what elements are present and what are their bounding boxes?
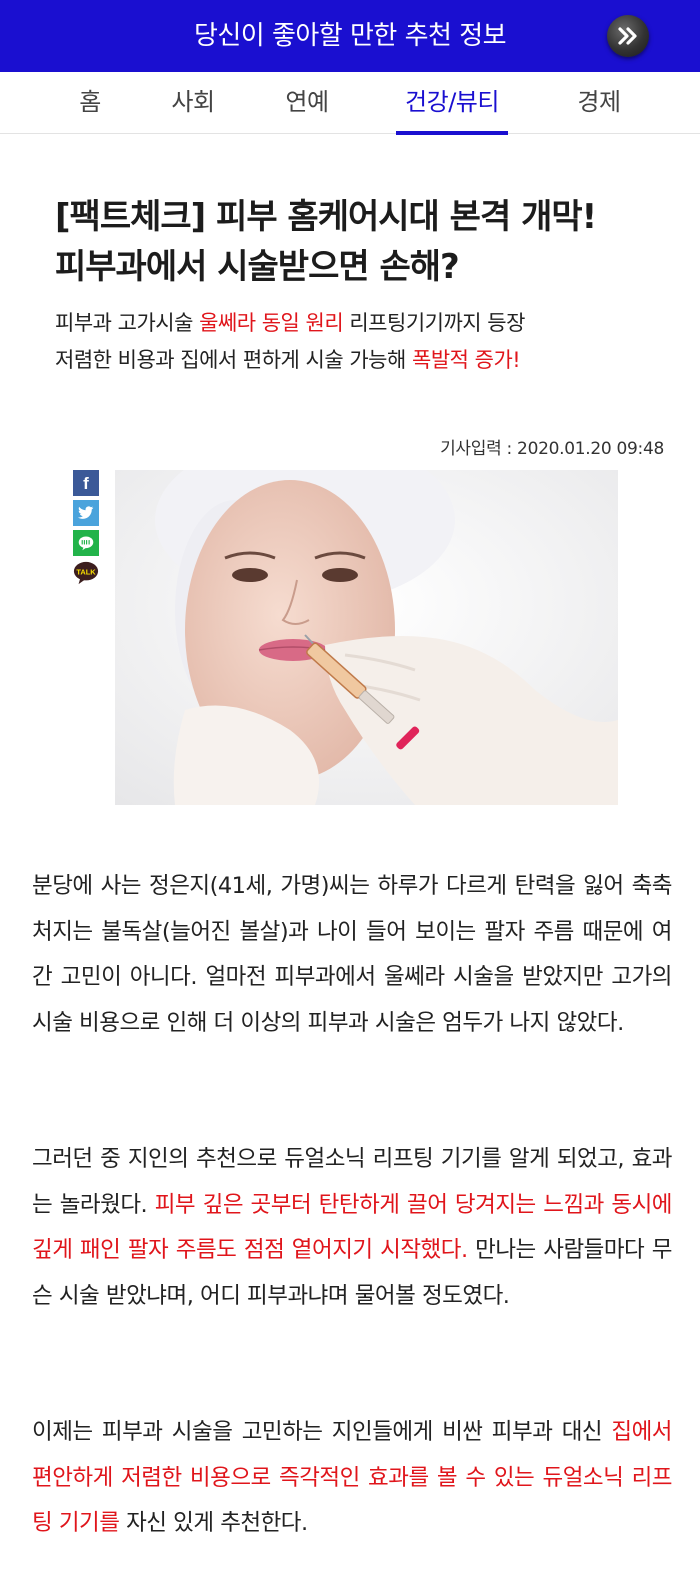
subheadline-line-2: 저렴한 비용과 집에서 편하게 시술 가능해 폭발적 증가! — [55, 342, 675, 379]
double-chevron-right-icon[interactable] — [607, 15, 649, 57]
paragraph-text: 이제는 피부과 시술을 고민하는 지인들에게 비싼 피부과 대신 — [32, 1419, 612, 1445]
subheadline-text: 리프팅기기까지 등장 — [343, 311, 525, 335]
active-tab-indicator — [396, 131, 508, 135]
kakaotalk-label: TALK — [76, 567, 96, 576]
nav-tab-society[interactable]: 사회 — [158, 72, 228, 134]
subheadline-text: 피부과 고가시술 — [55, 311, 200, 335]
subheadline-line-1: 피부과 고가시술 울쎄라 동일 원리 리프팅기기까지 등장 — [55, 305, 675, 342]
banner-title: 당신이 좋아할 만한 추천 정보 — [193, 21, 507, 51]
article-paragraph-1: 분당에 사는 정은지(41세, 가명)씨는 하루가 다르게 탄력을 잃어 축축처… — [32, 873, 673, 1036]
paragraph-text: 자신 있게 추천한다. — [119, 1510, 308, 1536]
nav-tab-health-beauty-label: 건강/뷰티 — [405, 88, 499, 116]
line-share-icon[interactable] — [73, 530, 99, 556]
nav-tab-entertainment[interactable]: 연예 — [272, 72, 342, 134]
article-headline: [팩트체크] 피부 홈케어시대 본격 개막! 피부과에서 시술받으면 손해? — [55, 192, 675, 292]
recommendation-banner[interactable]: 당신이 좋아할 만한 추천 정보 — [0, 0, 700, 72]
subheadline-text: 저렴한 비용과 집에서 편하게 시술 가능해 — [55, 348, 412, 372]
article-date: 기사입력 : 2020.01.20 09:48 — [440, 439, 664, 459]
category-nav: 홈 사회 연예 건강/뷰티 경제 — [0, 72, 700, 135]
nav-tab-home[interactable]: 홈 — [60, 72, 120, 134]
article-subheadline: 피부과 고가시술 울쎄라 동일 원리 리프팅기기까지 등장 저렴한 비용과 집에… — [55, 305, 675, 379]
subheadline-highlight: 폭발적 증가! — [412, 348, 521, 372]
kakaotalk-share-icon[interactable]: TALK — [73, 560, 99, 586]
headline-line-2: 피부과에서 시술받으면 손해? — [55, 247, 460, 287]
article-paragraph-2: 그러던 중 지인의 추천으로 듀얼소닉 리프팅 기기를 알게 되었고, 효과는 … — [32, 1137, 673, 1319]
nav-tab-health-beauty[interactable]: 건강/뷰티 — [396, 72, 508, 135]
article-paragraph-3: 이제는 피부과 시술을 고민하는 지인들에게 비싼 피부과 대신 집에서 편안하… — [32, 1410, 673, 1547]
headline-line-1: [팩트체크] 피부 홈케어시대 본격 개막! — [55, 197, 597, 237]
facebook-letter: f — [83, 473, 89, 493]
twitter-share-icon[interactable] — [73, 500, 99, 526]
nav-tab-economy[interactable]: 경제 — [564, 72, 634, 134]
subheadline-highlight: 울쎄라 동일 원리 — [199, 311, 344, 335]
facebook-share-icon[interactable]: f — [73, 470, 99, 496]
article-photo — [115, 470, 618, 805]
